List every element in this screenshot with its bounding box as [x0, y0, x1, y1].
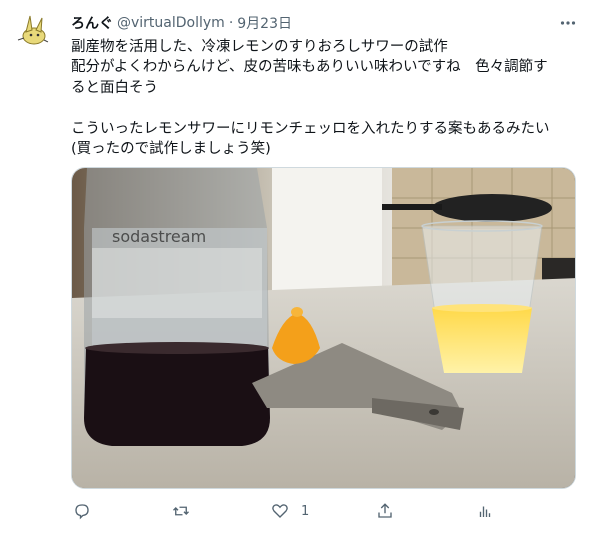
- analytics-button[interactable]: [476, 500, 494, 522]
- tweet-actions: 1: [71, 500, 576, 524]
- retweet-icon: [173, 506, 189, 516]
- more-options-button[interactable]: [556, 12, 580, 34]
- retweet-button[interactable]: [172, 500, 190, 522]
- tweet-header: ろんぐ @virtualDollym · 9月23日: [71, 13, 292, 33]
- tweet-text-line: 副産物を活用した、冷凍レモンのすりおろしサワーの試作: [71, 39, 448, 55]
- tweet-text-line: ると面白そう: [71, 79, 158, 96]
- tweet-text: 副産物を活用した、冷凍レモンのすりおろしサワーの試作 配分がよくわからんけど、皮…: [71, 37, 576, 159]
- display-name[interactable]: ろんぐ: [71, 13, 113, 33]
- photo-lemon-sour: sodastream: [72, 168, 575, 488]
- bottle-brand-text: sodastream: [112, 227, 206, 246]
- more-icon: [560, 21, 576, 25]
- share-icon: [378, 503, 392, 518]
- tweet-text-line: こういったレモンサワーにリモンチェッロを入れたりする案もあるみたい: [71, 120, 550, 137]
- user-handle[interactable]: @virtualDollym: [117, 15, 225, 31]
- tweet: ろんぐ @virtualDollym · 9月23日 副産物を活用した、冷凍レモ…: [0, 0, 591, 539]
- share-button[interactable]: [376, 500, 394, 522]
- tweet-photo[interactable]: sodastream: [71, 167, 576, 489]
- separator: ·: [228, 15, 234, 31]
- like-count: 1: [301, 503, 310, 519]
- reply-icon: [75, 504, 89, 520]
- tweet-date[interactable]: 9月23日: [237, 13, 292, 33]
- reply-button[interactable]: [73, 500, 91, 522]
- tweet-text-line: (買ったので試作しましょう笑): [71, 141, 271, 158]
- heart-icon: [272, 504, 288, 518]
- avatar[interactable]: [12, 10, 52, 50]
- tweet-text-blank-line: [71, 98, 576, 118]
- like-button[interactable]: 1: [271, 500, 309, 522]
- analytics-icon: [479, 506, 491, 517]
- tweet-text-line: 配分がよくわからんけど、皮の苦味もありいい味わいですね 色々調節す: [71, 59, 548, 76]
